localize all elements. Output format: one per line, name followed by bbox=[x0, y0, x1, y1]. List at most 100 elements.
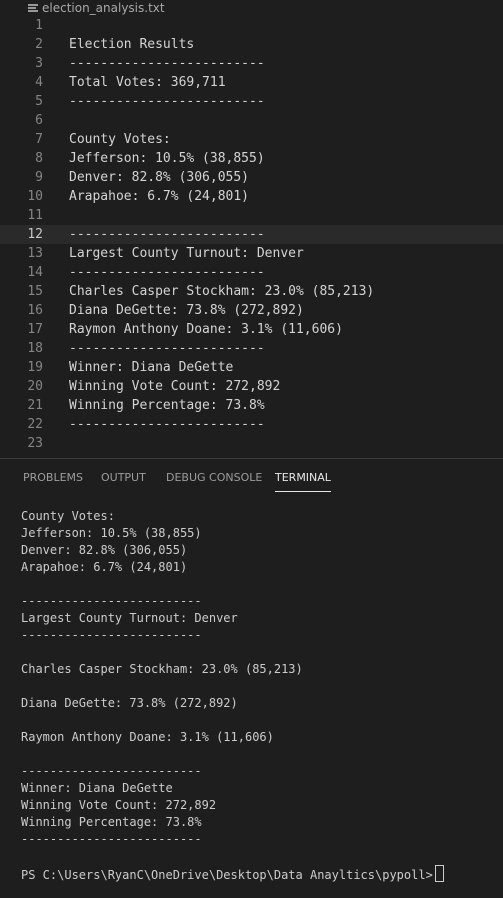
line-number: 4 bbox=[35, 75, 43, 90]
terminal-line: County Votes: bbox=[21, 508, 503, 525]
editor-line[interactable]: 10 Arapahoe: 6.7% (24,801) bbox=[0, 187, 503, 206]
line-text: County Votes: bbox=[69, 132, 171, 147]
terminal-line-text: Diana DeGette: 73.8% (272,892) bbox=[21, 696, 238, 710]
editor-line[interactable]: 14 ------------------------- bbox=[0, 263, 503, 282]
breadcrumb-filename[interactable]: election_analysis.txt bbox=[42, 1, 165, 15]
line-text: Winning Vote Count: 272,892 bbox=[69, 379, 281, 394]
terminal-line: Winning Percentage: 73.8% bbox=[21, 814, 503, 831]
line-text: Arapahoe: 6.7% (24,801) bbox=[69, 189, 250, 204]
terminal-line: ------------------------- bbox=[21, 831, 503, 848]
editor-line[interactable]: 4 Total Votes: 369,711 bbox=[0, 73, 503, 92]
editor-line[interactable]: 22 ------------------------- bbox=[0, 415, 503, 434]
tab-terminal[interactable]: TERMINAL bbox=[275, 471, 331, 492]
editor-line[interactable]: 3 ------------------------- bbox=[0, 54, 503, 73]
line-number: 14 bbox=[27, 265, 43, 280]
terminal-line-text: Arapahoe: 6.7% (24,801) bbox=[21, 560, 188, 574]
vscode-window: election_analysis.txt 1 2 Election Results… bbox=[0, 0, 503, 898]
editor-line[interactable]: 17 Raymon Anthony Doane: 3.1% (11,606) bbox=[0, 320, 503, 339]
editor-line[interactable]: 18 ------------------------- bbox=[0, 339, 503, 358]
terminal-line-text: County Votes: bbox=[21, 509, 115, 523]
terminal[interactable]: County Votes: Jefferson: 10.5% (38,855) De… bbox=[21, 508, 503, 882]
editor-line[interactable]: 16 Diana DeGette: 73.8% (272,892) bbox=[0, 301, 503, 320]
line-number: 15 bbox=[27, 284, 43, 299]
terminal-line-text: Raymon Anthony Doane: 3.1% (11,606) bbox=[21, 730, 274, 744]
line-text: Largest County Turnout: Denver bbox=[69, 246, 304, 261]
line-text: Winner: Diana DeGette bbox=[69, 360, 234, 375]
breadcrumb[interactable]: election_analysis.txt bbox=[0, 0, 503, 16]
line-number: 13 bbox=[27, 246, 43, 261]
editor-line[interactable]: 11 bbox=[0, 206, 503, 225]
terminal-line-text: Jefferson: 10.5% (38,855) bbox=[21, 526, 202, 540]
line-number: 10 bbox=[27, 189, 43, 204]
tab-problems[interactable]: PROBLEMS bbox=[23, 471, 83, 491]
tab-debug-console[interactable]: DEBUG CONSOLE bbox=[166, 471, 262, 491]
editor-line[interactable]: 2 Election Results bbox=[0, 35, 503, 54]
line-number: 5 bbox=[35, 94, 43, 109]
editor-line[interactable]: 12 ------------------------- bbox=[0, 225, 503, 244]
terminal-cursor bbox=[434, 865, 444, 882]
terminal-line: Winning Vote Count: 272,892 bbox=[21, 797, 503, 814]
editor-line[interactable]: 6 bbox=[0, 111, 503, 130]
editor-line[interactable]: 23 bbox=[0, 434, 503, 453]
editor-line[interactable]: 19 Winner: Diana DeGette bbox=[0, 358, 503, 377]
terminal-line-text: ------------------------- bbox=[21, 832, 202, 846]
line-number: 12 bbox=[27, 227, 43, 242]
line-text: Diana DeGette: 73.8% (272,892) bbox=[69, 303, 304, 318]
line-number: 1 bbox=[35, 18, 43, 33]
line-text: ------------------------- bbox=[69, 227, 265, 242]
editor-line[interactable]: 1 bbox=[0, 16, 503, 35]
terminal-line: Denver: 82.8% (306,055) bbox=[21, 542, 503, 559]
line-number: 2 bbox=[35, 37, 43, 52]
editor-line[interactable]: 8 Jefferson: 10.5% (38,855) bbox=[0, 149, 503, 168]
line-text: Raymon Anthony Doane: 3.1% (11,606) bbox=[69, 322, 343, 337]
line-text: Winning Percentage: 73.8% bbox=[69, 398, 265, 413]
terminal-line: Jefferson: 10.5% (38,855) bbox=[21, 525, 503, 542]
line-text: ------------------------- bbox=[69, 417, 265, 432]
editor-line[interactable]: 15 Charles Casper Stockham: 23.0% (85,213… bbox=[0, 282, 503, 301]
line-number: 9 bbox=[35, 170, 43, 185]
editor-line[interactable]: 7 County Votes: bbox=[0, 130, 503, 149]
line-text: ------------------------- bbox=[69, 56, 265, 71]
line-number: 8 bbox=[35, 151, 43, 166]
terminal-line-text: ------------------------- bbox=[21, 628, 202, 642]
terminal-line: Diana DeGette: 73.8% (272,892) bbox=[21, 695, 503, 712]
line-number: 22 bbox=[27, 417, 43, 432]
editor-line[interactable]: 21 Winning Percentage: 73.8% bbox=[0, 396, 503, 415]
terminal-line: ------------------------- bbox=[21, 593, 503, 610]
editor-line[interactable]: 20 Winning Vote Count: 272,892 bbox=[0, 377, 503, 396]
terminal-prompt: PS C:\Users\RyanC\OneDrive\Desktop\Data … bbox=[21, 868, 433, 882]
line-number: 7 bbox=[35, 132, 43, 147]
editor-line[interactable]: 13 Largest County Turnout: Denver bbox=[0, 244, 503, 263]
terminal-line-text: Largest County Turnout: Denver bbox=[21, 611, 238, 625]
line-text: Jefferson: 10.5% (38,855) bbox=[69, 151, 265, 166]
terminal-prompt-line[interactable]: PS C:\Users\RyanC\OneDrive\Desktop\Data … bbox=[21, 865, 503, 882]
tab-output[interactable]: OUTPUT bbox=[101, 471, 146, 491]
terminal-line: ------------------------- bbox=[21, 627, 503, 644]
line-number: 20 bbox=[27, 379, 43, 394]
terminal-line: Raymon Anthony Doane: 3.1% (11,606) bbox=[21, 729, 503, 746]
terminal-line: Charles Casper Stockham: 23.0% (85,213) bbox=[21, 661, 503, 678]
line-text: Total Votes: 369,711 bbox=[69, 75, 226, 90]
terminal-line-text: ------------------------- bbox=[21, 594, 202, 608]
line-text: ------------------------- bbox=[69, 265, 265, 280]
terminal-line: Largest County Turnout: Denver bbox=[21, 610, 503, 627]
editor-line[interactable]: 9 Denver: 82.8% (306,055) bbox=[0, 168, 503, 187]
panel-tabs: PROBLEMS OUTPUT DEBUG CONSOLE TERMINAL bbox=[0, 459, 503, 495]
line-number: 6 bbox=[35, 113, 43, 128]
terminal-line: Winner: Diana DeGette bbox=[21, 780, 503, 797]
line-number: 21 bbox=[27, 398, 43, 413]
terminal-line-text: ------------------------- bbox=[21, 764, 202, 778]
line-number: 3 bbox=[35, 56, 43, 71]
editor-line[interactable]: 5 ------------------------- bbox=[0, 92, 503, 111]
terminal-line-text: Winner: Diana DeGette bbox=[21, 781, 173, 795]
line-text: ------------------------- bbox=[69, 94, 265, 109]
line-text: Charles Casper Stockham: 23.0% (85,213) bbox=[69, 284, 375, 299]
editor[interactable]: 1 2 Election Results 3 ---------------------… bbox=[0, 16, 503, 458]
line-text: Election Results bbox=[69, 37, 195, 52]
line-number: 23 bbox=[27, 436, 43, 451]
line-text: ------------------------- bbox=[69, 341, 265, 356]
